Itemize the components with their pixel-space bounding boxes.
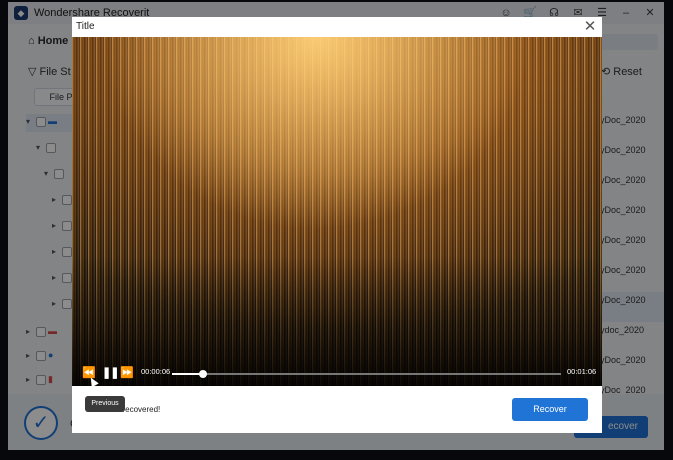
- dialog-title: Title: [76, 21, 95, 32]
- seek-bar-handle[interactable]: [199, 370, 208, 378]
- recover-button[interactable]: Recover: [512, 398, 588, 421]
- preview-dialog: Title ✕ ⏪ ❚❚ ⏩ 00:00:06 00:01:06 les to …: [72, 17, 602, 433]
- previous-tooltip: Previous: [85, 396, 125, 412]
- close-icon[interactable]: ✕: [582, 18, 598, 36]
- video-player[interactable]: ⏪ ❚❚ ⏩ 00:00:06 00:01:06: [72, 37, 602, 386]
- pause-icon[interactable]: ❚❚: [102, 366, 119, 380]
- current-time: 00:00:06: [141, 367, 171, 376]
- dialog-footer: les to be recovered! Recover: [72, 386, 602, 433]
- video-frame: [72, 37, 602, 386]
- duration: 00:01:06: [567, 367, 597, 376]
- forward-icon[interactable]: ⏩: [120, 366, 134, 380]
- dialog-header: Title ✕: [72, 17, 602, 37]
- seek-bar[interactable]: [172, 370, 561, 378]
- player-controls: ⏪ ❚❚ ⏩ 00:00:06 00:01:06: [72, 363, 602, 385]
